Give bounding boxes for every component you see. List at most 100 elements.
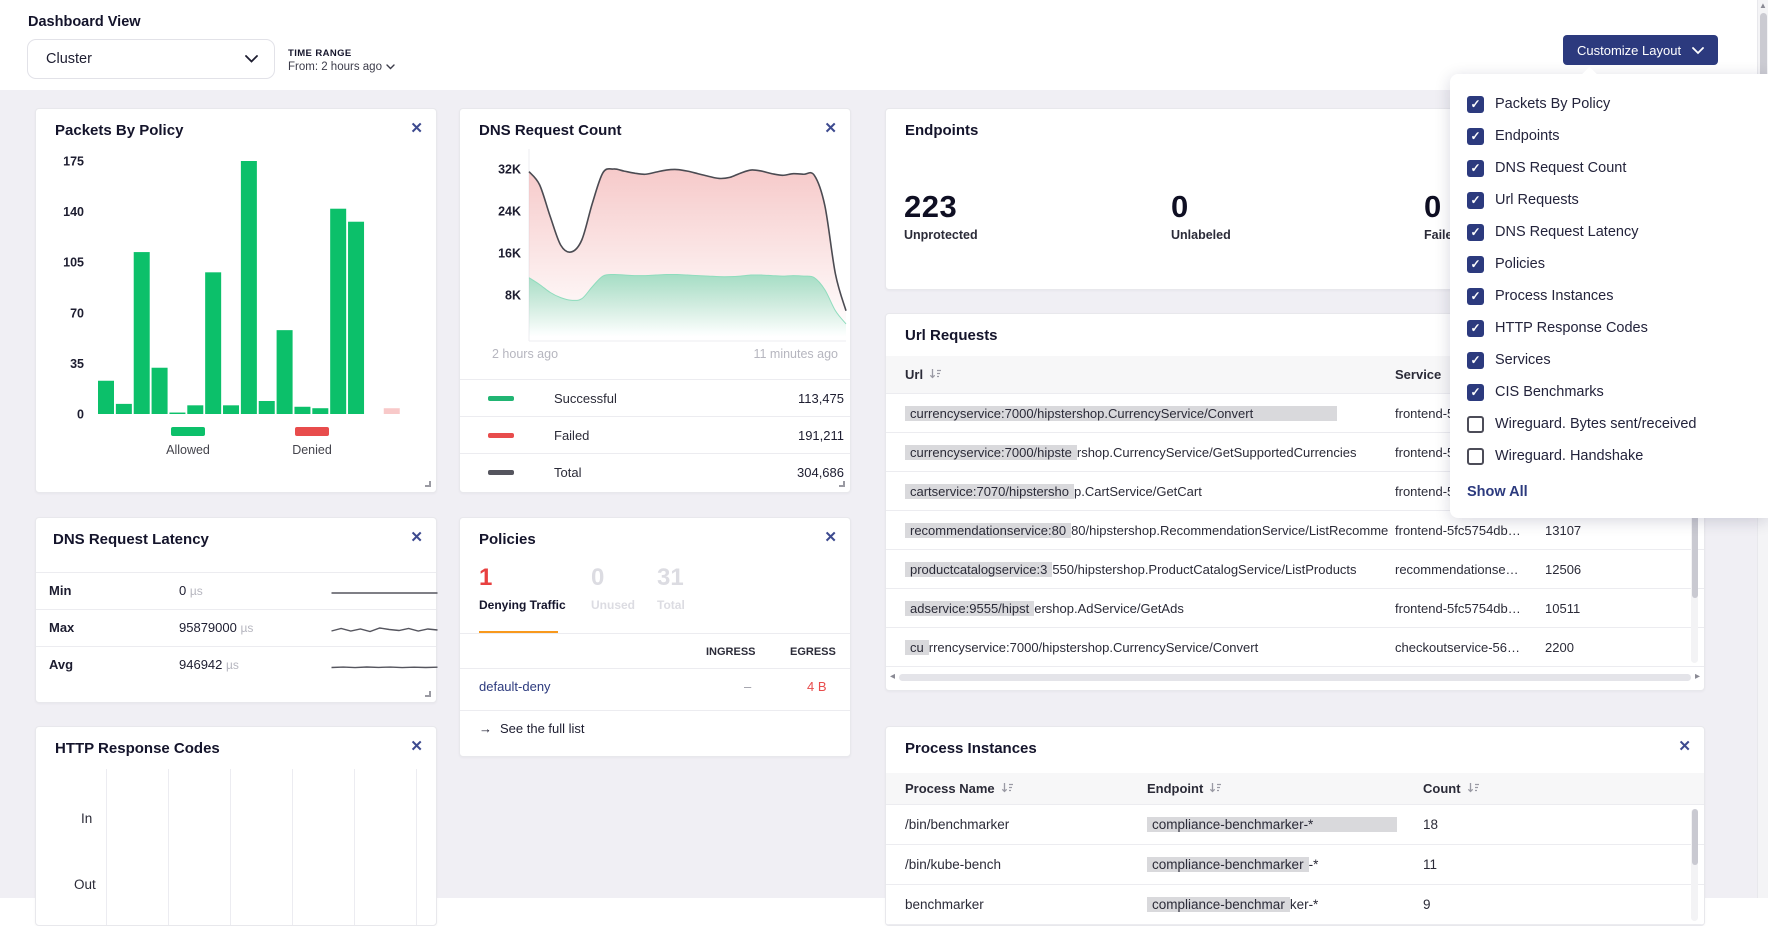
menu-item-cis-benchmarks[interactable]: CIS Benchmarks [1467,376,1768,408]
svg-text:70: 70 [70,306,84,320]
svg-text:140: 140 [63,205,84,219]
scroll-right-icon[interactable]: ▸ [1695,672,1700,682]
panel-title: DNS Request Count [479,122,622,139]
svg-text:35: 35 [70,357,84,371]
panel-http-response-codes: HTTP Response Codes ✕ In Out [35,726,437,926]
page-title: Dashboard View [28,14,141,30]
sort-icon [1467,782,1480,797]
row-label-in: In [81,811,92,826]
process-name-cell: benchmarker [886,897,1147,912]
column-header-endpoint[interactable]: Endpoint [1147,781,1423,797]
menu-item-services[interactable]: Services [1467,344,1768,376]
dns-request-area-chart: 8K16K24K32K [474,139,850,345]
menu-item-dns-request-latency[interactable]: DNS Request Latency [1467,216,1768,248]
tab-total[interactable]: 31 Total [657,564,685,612]
checkbox[interactable] [1467,256,1484,273]
policy-egress-value: 4 B [807,679,827,694]
close-icon[interactable]: ✕ [824,528,837,548]
checkbox[interactable] [1467,96,1484,113]
close-icon[interactable]: ✕ [410,528,423,548]
sparkline-max [317,617,452,641]
sparkline-avg [317,654,452,678]
table-vertical-scrollbar[interactable] [1691,809,1698,921]
legend-swatch-allowed [171,427,205,436]
url-highlight: cu [905,640,929,655]
view-selector-dropdown[interactable]: Cluster [27,39,275,79]
url-table-row[interactable]: adservice:9555/hipstershop.AdService/Get… [886,589,1704,628]
count-cell: 12506 [1545,562,1704,577]
scrollbar-track[interactable] [899,674,1691,681]
process-table-header: Process Name Endpoint Count [886,773,1704,805]
policy-name-link[interactable]: default-deny [479,679,551,694]
legend-swatch-total [488,470,514,475]
resize-handle[interactable] [425,481,431,487]
checkbox[interactable] [1467,288,1484,305]
close-icon[interactable]: ✕ [410,119,423,139]
x-axis-label-start: 2 hours ago [492,347,558,361]
sort-icon [1209,782,1222,797]
checkbox[interactable] [1467,160,1484,177]
count-cell: 13107 [1545,523,1704,538]
resize-handle[interactable] [839,481,845,487]
panel-packets-by-policy: Packets By Policy ✕ 03570105140175 Allow… [35,108,437,493]
sparkline-min [317,580,452,604]
latency-row-min: Min 0 µs [36,572,436,609]
count-cell: 10511 [1545,601,1704,616]
menu-item-url-requests[interactable]: Url Requests [1467,184,1768,216]
menu-item-http-response-codes[interactable]: HTTP Response Codes [1467,312,1768,344]
menu-item-packets-by-policy[interactable]: Packets By Policy [1467,88,1768,120]
scroll-up-icon[interactable]: ▲ [1759,1,1767,10]
time-range-value[interactable]: From: 2 hours ago [288,61,395,73]
menu-item-dns-request-count[interactable]: DNS Request Count [1467,152,1768,184]
checkbox[interactable] [1467,384,1484,401]
endpoint-highlight: compliance-benchmarker [1147,857,1309,872]
checkbox[interactable] [1467,224,1484,241]
process-table-row[interactable]: /bin/benchmarker compliance-benchmarker-… [886,805,1704,845]
url-table-row[interactable]: productcatalogservice:3550/hipstershop.P… [886,550,1704,589]
scrollbar-thumb[interactable] [1692,809,1698,865]
legend-row-failed: Failed 191,211 [460,416,850,453]
service-cell: frontend-5fc5754db… [1395,601,1545,616]
see-full-list-link[interactable]: → See the full list [479,721,585,736]
column-header-count[interactable]: Count [1423,781,1704,797]
url-highlight: cartservice:7070/hipstersho [905,484,1074,499]
close-icon[interactable]: ✕ [824,119,837,139]
url-highlight: productcatalogservice:3 [905,562,1052,577]
scroll-left-icon[interactable]: ◂ [890,672,895,682]
time-range-control: TIME RANGE From: 2 hours ago [288,48,395,73]
checkbox[interactable] [1467,128,1484,145]
menu-item-wireguard-handshake[interactable]: Wireguard. Handshake [1467,440,1768,472]
http-codes-chart [106,769,422,925]
tab-unused[interactable]: 0 Unused [591,564,635,612]
column-header-process-name[interactable]: Process Name [886,781,1147,797]
close-icon[interactable]: ✕ [410,737,423,757]
menu-item-wireguard-bytes[interactable]: Wireguard. Bytes sent/received [1467,408,1768,440]
menu-item-policies[interactable]: Policies [1467,248,1768,280]
svg-text:8K: 8K [505,289,521,303]
menu-item-process-instances[interactable]: Process Instances [1467,280,1768,312]
checkbox[interactable] [1467,448,1484,465]
close-icon[interactable]: ✕ [1678,737,1691,757]
legend-item-denied: Denied [272,427,352,457]
menu-item-endpoints[interactable]: Endpoints [1467,120,1768,152]
count-cell: 11 [1423,857,1704,872]
chevron-down-icon [386,61,395,73]
customize-layout-button[interactable]: Customize Layout [1563,35,1718,65]
url-table-row[interactable]: currencyservice:7000/hipstershop.Currenc… [886,628,1704,667]
column-header-ingress: INGRESS [706,646,756,658]
resize-handle[interactable] [425,691,431,697]
row-label-out: Out [74,877,96,892]
process-table-row[interactable]: /bin/kube-bench compliance-benchmarker-*… [886,845,1704,885]
process-table-row[interactable]: benchmarker compliance-benchmarker-* 9 [886,885,1704,925]
checkbox[interactable] [1467,352,1484,369]
column-header-egress: EGRESS [790,646,836,658]
column-header-url[interactable]: Url [886,367,1395,383]
checkbox[interactable] [1467,320,1484,337]
table-horizontal-scrollbar[interactable]: ◂ ▸ [890,670,1700,684]
tab-denying-traffic[interactable]: 1 Denying Traffic [479,564,566,612]
checkbox[interactable] [1467,416,1484,433]
endpoint-highlight: compliance-benchmar [1147,897,1290,912]
legend-row-total: Total 304,686 [460,453,850,490]
show-all-link[interactable]: Show All [1467,484,1768,500]
checkbox[interactable] [1467,192,1484,209]
